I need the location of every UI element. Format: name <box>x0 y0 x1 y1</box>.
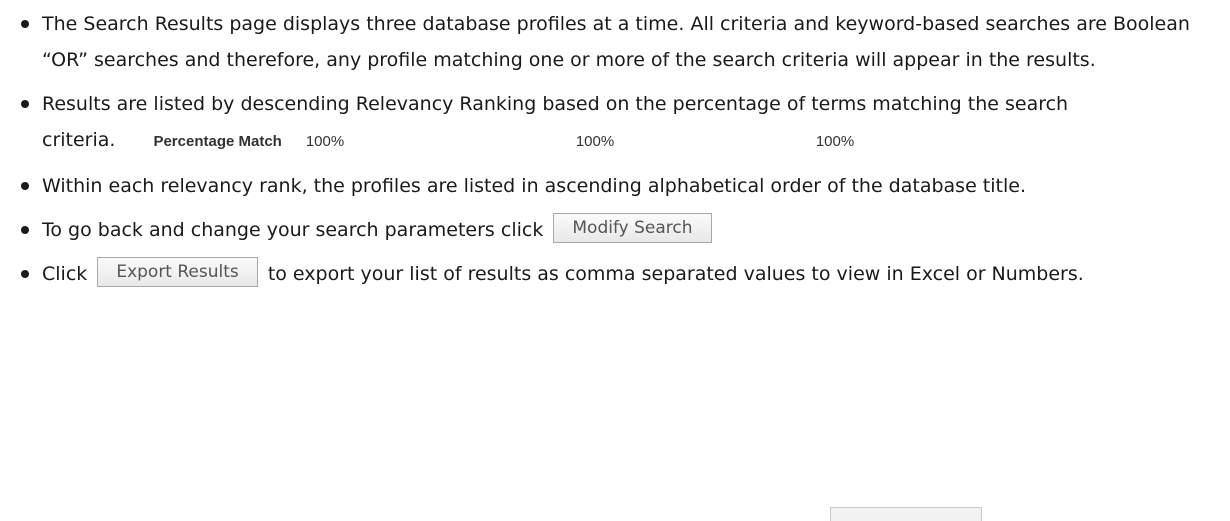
list-item: Results are listed by descending Relevan… <box>20 86 1220 160</box>
list-item: To go back and change your search parame… <box>20 212 1220 248</box>
bullet-text: Within each relevancy rank, the profiles… <box>42 175 1026 197</box>
bullet-dot-icon <box>21 226 29 234</box>
list-item: The Search Results page displays three d… <box>20 6 1220 78</box>
help-bullet-list: The Search Results page displays three d… <box>20 6 1220 300</box>
bullet-dot-icon <box>21 100 29 108</box>
bullet-dot-icon <box>21 182 29 190</box>
bullet-dot-icon <box>21 20 29 28</box>
bullet-dot-icon <box>21 270 29 278</box>
modify-search-button[interactable]: Modify Search <box>553 212 712 243</box>
bullet-text: to export your list of results as comma … <box>267 263 1084 285</box>
bullet-text: The Search Results page displays three d… <box>42 13 1190 71</box>
list-item: Click Export Results to export your list… <box>20 256 1220 292</box>
percentage-match-value: 100% <box>815 133 855 150</box>
percentage-match-label: Percentage Match <box>153 133 282 150</box>
bullet-text: Click <box>42 263 88 285</box>
document-page: The Search Results page displays three d… <box>0 0 1230 521</box>
export-results-button[interactable]: Export Results <box>97 256 258 287</box>
bullet-text: To go back and change your search parame… <box>42 219 544 241</box>
percentage-match-value: 100% <box>575 133 615 150</box>
cropped-button-fragment <box>830 507 982 521</box>
list-item: Within each relevancy rank, the profiles… <box>20 168 1220 204</box>
percentage-match-value: 100% <box>305 133 345 150</box>
